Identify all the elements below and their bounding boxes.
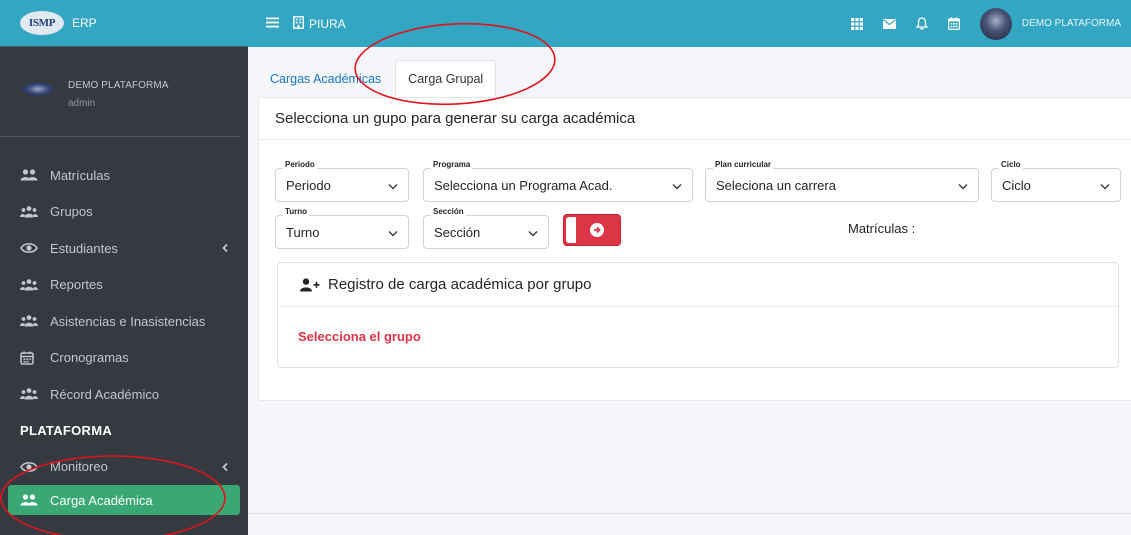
sidebar-item-record[interactable]: Récord Académico: [0, 376, 248, 413]
sidebar-item-carga-academica[interactable]: Carga Académica: [8, 485, 240, 515]
periodo-value: Periodo: [286, 177, 331, 193]
toggle-knob: [566, 217, 576, 243]
seccion-label: Sección: [431, 207, 466, 216]
calendar-icon[interactable]: [947, 17, 960, 30]
sidebar-item-label: Récord Académico: [50, 386, 160, 402]
navbar-right: DEMO PLATAFORMA: [850, 0, 1131, 47]
eye-icon: [20, 242, 40, 254]
mail-icon[interactable]: [882, 18, 896, 29]
users-icon: [20, 494, 40, 506]
grid-icon[interactable]: [850, 17, 863, 30]
brand-link[interactable]: ISMP ERP: [0, 0, 248, 47]
ciclo-field: Ciclo Ciclo: [991, 160, 1121, 202]
calendar-icon: [20, 351, 40, 365]
user-panel[interactable]: DEMO PLATAFORMA admin: [0, 47, 240, 137]
org-selector[interactable]: PIURA: [293, 15, 346, 32]
sidebar-item-label: Grupos: [50, 204, 93, 220]
users-group-icon: [20, 278, 40, 291]
programa-field: Selecciona un Programa Acad. Programa: [423, 160, 693, 202]
sidebar-item-grupos[interactable]: Grupos: [0, 194, 248, 231]
sidebar-item-asistencias[interactable]: Asistencias e Inasistencias: [0, 303, 248, 340]
ciclo-select[interactable]: Ciclo: [991, 168, 1121, 202]
registro-card: Registro de carga académica por grupo Se…: [277, 262, 1119, 368]
chevron-down-icon: [958, 178, 968, 193]
card-title: Selecciona un gupo para generar su carga…: [259, 98, 1131, 140]
tab-carga-grupal[interactable]: Carga Grupal: [395, 60, 497, 97]
chevron-down-icon: [528, 225, 538, 240]
turno-value: Turno: [286, 224, 320, 240]
seccion-value: Sección: [434, 224, 481, 240]
sidebar-item-label: Cronogramas: [50, 350, 129, 366]
sidebar-nav: Matrículas Grupos Estudiantes Reportes A…: [0, 157, 248, 515]
brand-name: ERP: [72, 16, 97, 30]
plan-curricular-label: Plan curricular: [713, 160, 774, 169]
sidebar-item-matriculas[interactable]: Matrículas: [0, 157, 248, 194]
turno-field: Turno Turno: [275, 207, 409, 249]
sidebar-item-label: Estudiantes: [50, 240, 118, 256]
user-plus-icon: [300, 277, 320, 292]
sidebar-item-label: Reportes: [50, 277, 103, 293]
programa-select[interactable]: Selecciona un Programa Acad.: [423, 168, 693, 202]
registro-title: Registro de carga académica por grupo: [328, 276, 592, 293]
app-root: ISMP ERP DEMO PLATAFORMA admin Matrícula…: [0, 0, 1131, 535]
navbar-user-name[interactable]: DEMO PLATAFORMA: [1022, 18, 1121, 29]
periodo-label: Periodo: [283, 160, 317, 169]
bell-icon[interactable]: [915, 17, 928, 30]
brand-logo: ISMP: [20, 11, 64, 35]
user-role: admin: [68, 98, 96, 109]
sidebar-item-label: Carga Académica: [50, 492, 153, 508]
eye-icon: [20, 461, 40, 473]
sidebar-item-label: Matrículas: [50, 167, 110, 183]
chevron-left-icon: [222, 459, 228, 474]
user-info: DEMO PLATAFORMA admin: [68, 80, 169, 109]
registro-message: Selecciona el grupo: [298, 329, 421, 344]
avatar[interactable]: [979, 7, 1012, 40]
programa-label: Programa: [431, 160, 473, 169]
org-label: PIURA: [309, 16, 346, 31]
sidebar: ISMP ERP DEMO PLATAFORMA admin Matrícula…: [0, 0, 248, 535]
chevron-down-icon: [672, 178, 682, 193]
chevron-down-icon: [388, 178, 398, 193]
arrow-right-circle-icon: [590, 223, 604, 237]
turno-select[interactable]: Turno: [275, 215, 409, 249]
ciclo-label: Ciclo: [999, 160, 1023, 169]
sidebar-item-cronogramas[interactable]: Cronogramas: [0, 340, 248, 377]
plan-curricular-field: Seleciona un carrera Plan curricular: [705, 160, 979, 202]
periodo-select[interactable]: Periodo: [275, 168, 409, 202]
main-content: Cargas Académicas Carga Grupal Seleccion…: [248, 47, 1131, 535]
sidebar-item-label: Monitoreo: [50, 459, 108, 475]
periodo-field: Periodo Periodo: [275, 160, 409, 202]
sidebar-section-header: PLATAFORMA: [20, 423, 113, 438]
matriculas-label: Matrículas :: [848, 221, 916, 236]
tab-bar: Cargas Académicas Carga Grupal: [258, 60, 497, 97]
building-icon: [293, 15, 304, 32]
seccion-select[interactable]: Sección: [423, 215, 549, 249]
programa-value: Selecciona un Programa Acad.: [434, 177, 613, 193]
footer-divider: [248, 513, 1131, 514]
chevron-down-icon: [388, 225, 398, 240]
sidebar-item-reportes[interactable]: Reportes: [0, 267, 248, 304]
generate-toggle-button[interactable]: [563, 214, 621, 246]
chevron-left-icon: [222, 241, 228, 256]
users-group-icon: [20, 315, 40, 327]
carga-grupal-card: Selecciona un gupo para generar su carga…: [258, 97, 1131, 401]
plan-curricular-value: Seleciona un carrera: [716, 177, 836, 193]
avatar: [22, 82, 54, 96]
seccion-field: Sección Sección: [423, 207, 549, 249]
chevron-down-icon: [1100, 178, 1110, 193]
ciclo-value: Ciclo: [1002, 177, 1031, 193]
tab-cargas-academicas[interactable]: Cargas Académicas: [258, 60, 393, 97]
turno-label: Turno: [283, 207, 310, 216]
plan-curricular-select[interactable]: Seleciona un carrera: [705, 168, 979, 202]
user-name: DEMO PLATAFORMA: [68, 80, 169, 91]
users-group-icon: [20, 205, 40, 218]
users-group-icon: [20, 388, 40, 400]
sidebar-item-monitoreo[interactable]: Monitoreo: [0, 449, 248, 486]
menu-icon[interactable]: [266, 15, 279, 32]
users-icon: [20, 169, 40, 181]
sidebar-item-estudiantes[interactable]: Estudiantes: [0, 230, 248, 267]
top-navbar: PIURA DEMO PLATAFORMA: [248, 0, 1131, 47]
sidebar-item-label: Asistencias e Inasistencias: [50, 313, 206, 329]
registro-header: Registro de carga académica por grupo: [278, 263, 1118, 307]
